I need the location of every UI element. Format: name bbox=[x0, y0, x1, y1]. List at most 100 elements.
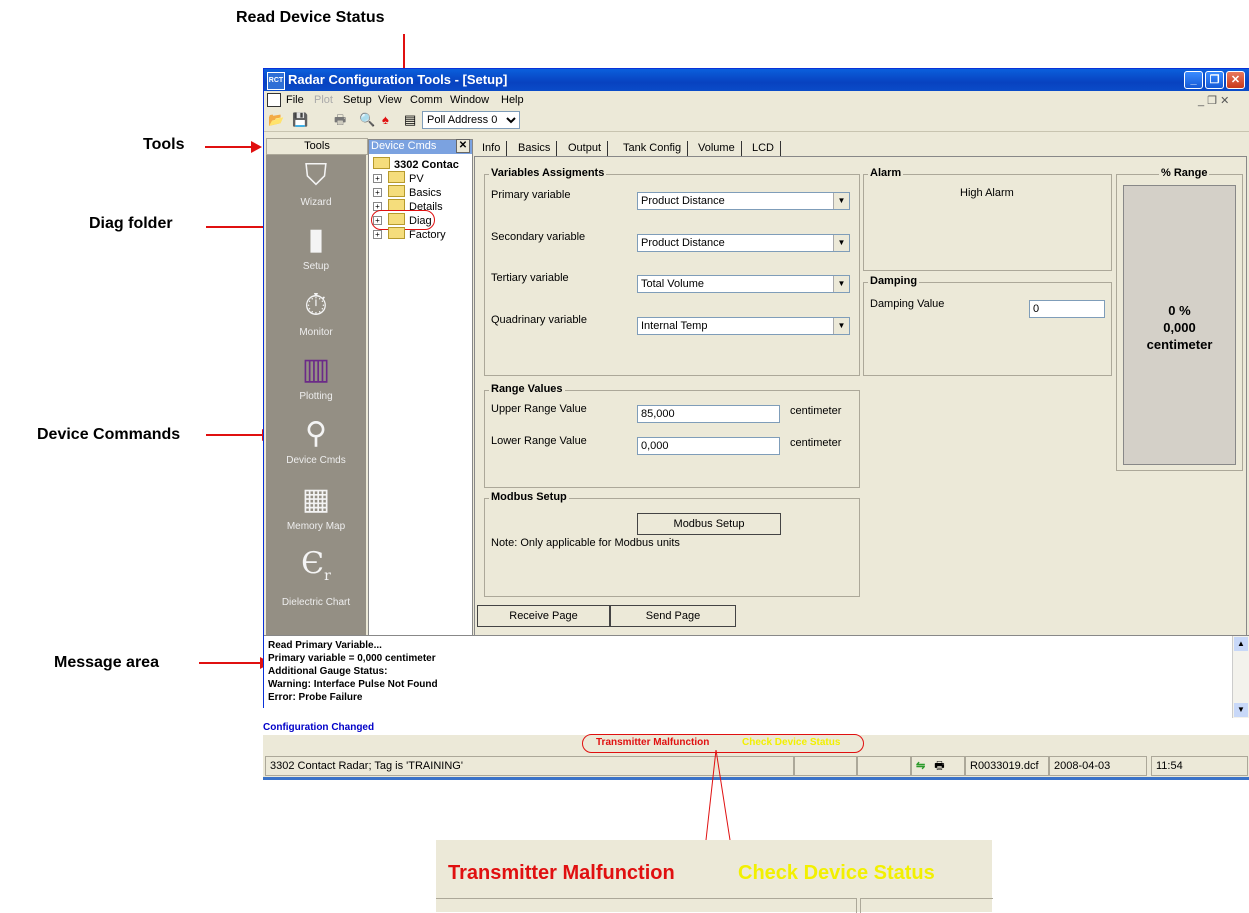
tree-item-factory[interactable]: + Factory bbox=[373, 227, 446, 241]
tools-pane: ⛉ Wizard ▮ Setup ⏱ Monitor ▥ Plotting ⚲ Devic… bbox=[266, 155, 366, 711]
menu-file[interactable]: File bbox=[286, 94, 304, 106]
message-line: Error: Probe Failure bbox=[268, 692, 363, 703]
range-unit: centimeter bbox=[1146, 337, 1213, 352]
tab-info[interactable]: Info bbox=[476, 141, 508, 156]
window-title: Radar Configuration Tools - [Setup] bbox=[288, 72, 508, 87]
chevron-down-icon[interactable]: ▼ bbox=[833, 235, 849, 251]
status-time: 11:54 bbox=[1151, 756, 1248, 776]
callout-message-area: Message area bbox=[54, 654, 159, 671]
modbus-setup-button[interactable]: Modbus Setup bbox=[637, 513, 781, 535]
tools-header: Tools bbox=[266, 138, 368, 155]
save-icon[interactable]: 💾 bbox=[292, 112, 308, 128]
tree-item-basics[interactable]: + Basics bbox=[373, 185, 441, 199]
menu-view[interactable]: View bbox=[378, 94, 402, 106]
primary-label: Primary variable bbox=[491, 189, 571, 201]
secondary-variable-select[interactable]: Product Distance ▼ bbox=[637, 234, 850, 252]
tool-plotting[interactable]: ▥ Plotting bbox=[266, 353, 366, 402]
modbus-title: Modbus Setup bbox=[489, 491, 569, 503]
variables-group: Variables Assigments Primary variable Pr… bbox=[484, 167, 860, 376]
quadrinary-label: Quadrinary variable bbox=[491, 314, 587, 326]
tab-output[interactable]: Output bbox=[562, 141, 609, 156]
config-changed-text: Configuration Changed bbox=[263, 722, 375, 733]
scroll-up-icon[interactable]: ▲ bbox=[1234, 637, 1248, 651]
tertiary-variable-select[interactable]: Total Volume ▼ bbox=[637, 275, 850, 293]
tool-setup[interactable]: ▮ Setup bbox=[266, 223, 366, 272]
tree-root[interactable]: 3302 Contac bbox=[373, 157, 459, 171]
close-icon[interactable]: ✕ bbox=[456, 139, 470, 153]
range-values-title: Range Values bbox=[489, 383, 565, 395]
range-percent: 0 % bbox=[1168, 303, 1191, 318]
print-icon[interactable]: 🖶 bbox=[334, 112, 346, 128]
damping-label: Damping Value bbox=[870, 298, 945, 310]
menu-comm[interactable]: Comm bbox=[410, 94, 442, 106]
vertical-scrollbar[interactable]: ▲ ▼ bbox=[1232, 636, 1249, 718]
upper-range-input[interactable]: 85,000 bbox=[637, 405, 780, 423]
menu-window[interactable]: Window bbox=[450, 94, 489, 106]
scroll-down-icon[interactable]: ▼ bbox=[1234, 703, 1248, 717]
chevron-down-icon[interactable]: ▼ bbox=[833, 193, 849, 209]
plotting-icon: ▥ bbox=[301, 353, 331, 386]
chevron-down-icon[interactable]: ▼ bbox=[833, 318, 849, 334]
message-line: Read Primary Variable... bbox=[268, 640, 382, 651]
dielectric-chart-icon: Єr bbox=[301, 546, 331, 585]
poll-address-select[interactable]: Poll Address 0 bbox=[422, 111, 520, 129]
menu-setup[interactable]: Setup bbox=[343, 94, 372, 106]
memory-map-icon: ▦ bbox=[301, 483, 331, 516]
percent-range-group: % Range 0 % 0,000 centimeter bbox=[1116, 167, 1243, 471]
minimize-button[interactable]: _ bbox=[1184, 71, 1203, 89]
tab-volume[interactable]: Volume bbox=[692, 141, 742, 156]
zoom-malfunction-text: Transmitter Malfunction bbox=[448, 862, 675, 884]
expand-icon[interactable]: + bbox=[373, 174, 382, 183]
tertiary-label: Tertiary variable bbox=[491, 272, 569, 284]
message-area[interactable]: Read Primary Variable... Primary variabl… bbox=[264, 635, 1249, 718]
alarm-value: High Alarm bbox=[960, 187, 1014, 199]
upper-range-unit: centimeter bbox=[790, 405, 842, 417]
range-values-group: Range Values Upper Range Value 85,000 ce… bbox=[484, 383, 860, 488]
setup-icon: ▮ bbox=[307, 223, 325, 256]
app-window: RCT Radar Configuration Tools - [Setup] … bbox=[263, 68, 1249, 718]
status-date: 2008-04-03 bbox=[1049, 756, 1147, 776]
title-bar[interactable]: RCT Radar Configuration Tools - [Setup] … bbox=[264, 69, 1249, 91]
tab-tank-config[interactable]: Tank Config bbox=[617, 141, 689, 156]
callout-device-commands: Device Commands bbox=[37, 426, 181, 443]
device-cmds-icon: ⚲ bbox=[305, 417, 327, 450]
tool-wizard[interactable]: ⛉ Wizard bbox=[266, 159, 366, 208]
connection-icon: ⇋ bbox=[916, 760, 926, 772]
search-device-icon[interactable]: 🔍 bbox=[359, 112, 375, 128]
read-device-status-icon[interactable]: ♠ bbox=[382, 112, 389, 128]
menu-help[interactable]: Help bbox=[501, 94, 524, 106]
document-icon bbox=[267, 93, 281, 107]
command-icon[interactable]: ▤ bbox=[404, 112, 416, 128]
status-file: R0033019.dcf bbox=[965, 756, 1049, 776]
tool-monitor[interactable]: ⏱ Monitor bbox=[266, 289, 366, 338]
callout-arrow bbox=[206, 429, 273, 441]
open-icon[interactable]: 📂 bbox=[268, 112, 284, 128]
mdi-controls[interactable]: _ ❐ ✕ bbox=[1198, 94, 1229, 107]
close-button[interactable]: ✕ bbox=[1226, 71, 1245, 89]
tool-memory-map[interactable]: ▦ Memory Map bbox=[266, 483, 366, 532]
folder-icon bbox=[388, 185, 405, 197]
tool-dielectric-chart[interactable]: Єr Dielectric Chart bbox=[266, 546, 366, 609]
tab-body: Variables Assigments Primary variable Pr… bbox=[474, 156, 1247, 671]
menu-plot[interactable]: Plot bbox=[314, 94, 333, 106]
damping-group: Damping Damping Value 0 bbox=[863, 275, 1112, 376]
wizard-icon: ⛉ bbox=[304, 159, 328, 192]
chevron-down-icon[interactable]: ▼ bbox=[833, 276, 849, 292]
quadrinary-variable-select[interactable]: Internal Temp ▼ bbox=[637, 317, 850, 335]
expand-icon[interactable]: + bbox=[373, 188, 382, 197]
upper-range-label: Upper Range Value bbox=[491, 403, 587, 415]
receive-page-button[interactable]: Receive Page bbox=[477, 605, 610, 627]
tab-basics[interactable]: Basics bbox=[512, 141, 558, 156]
expand-icon[interactable]: + bbox=[373, 230, 382, 239]
maximize-button[interactable]: ❐ bbox=[1205, 71, 1224, 89]
primary-variable-select[interactable]: Product Distance ▼ bbox=[637, 192, 850, 210]
lower-range-input[interactable]: 0,000 bbox=[637, 437, 780, 455]
device-cmds-tree: Device Cmds ✕ 3302 Contac + PV + Basics + D… bbox=[368, 139, 473, 707]
tree-item-pv[interactable]: + PV bbox=[373, 171, 424, 185]
tool-device-cmds[interactable]: ⚲ Device Cmds bbox=[266, 417, 366, 466]
message-line: Warning: Interface Pulse Not Found bbox=[268, 679, 438, 690]
range-value: 0,000 bbox=[1163, 320, 1196, 335]
send-page-button[interactable]: Send Page bbox=[610, 605, 736, 627]
tab-lcd[interactable]: LCD bbox=[746, 141, 782, 156]
damping-value-input[interactable]: 0 bbox=[1029, 300, 1105, 318]
